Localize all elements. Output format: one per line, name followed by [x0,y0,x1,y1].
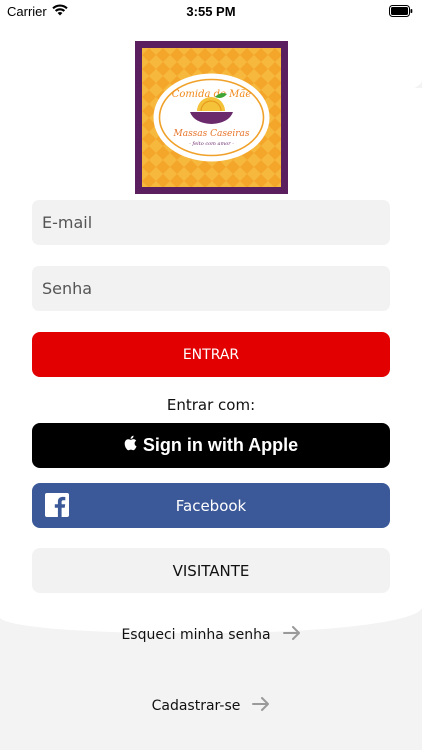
login-button-label: ENTRAR [182,346,240,363]
arrow-right-icon [252,697,270,715]
forgot-password-label: Esqueci minha senha [121,627,271,643]
app-logo: Comida de Mãe Massas Caseiras - feito co… [135,41,288,194]
register-label: Cadastrar-se [151,698,241,714]
facebook-logo-icon [45,493,69,521]
logo-text-line3: - feito com amor - [189,141,234,147]
email-field[interactable] [32,200,390,245]
password-input[interactable] [32,266,390,311]
guest-button-label: VISITANTE [172,561,250,580]
social-login-heading: Entrar com: [166,396,256,414]
arrow-right-icon [282,626,301,644]
clock: 3:55 PM [186,4,236,19]
guest-button[interactable]: VISITANTE [32,548,390,593]
email-input[interactable] [32,200,390,245]
password-field[interactable] [32,266,390,311]
status-bar: Carrier 3:55 PM [0,0,422,24]
facebook-login-button[interactable]: Facebook [32,483,390,528]
battery-icon [389,5,413,20]
apple-logo-icon [124,435,137,456]
register-link[interactable]: Cadastrar-se [0,697,422,715]
facebook-login-label: Facebook [175,496,247,515]
login-button[interactable]: ENTRAR [32,332,390,377]
apple-signin-label: Sign in with Apple [142,435,299,455]
forgot-password-link[interactable]: Esqueci minha senha [0,626,422,644]
apple-signin-button[interactable]: Sign in with Apple [32,423,390,468]
logo-text-line2: Massas Caseiras [172,129,249,139]
